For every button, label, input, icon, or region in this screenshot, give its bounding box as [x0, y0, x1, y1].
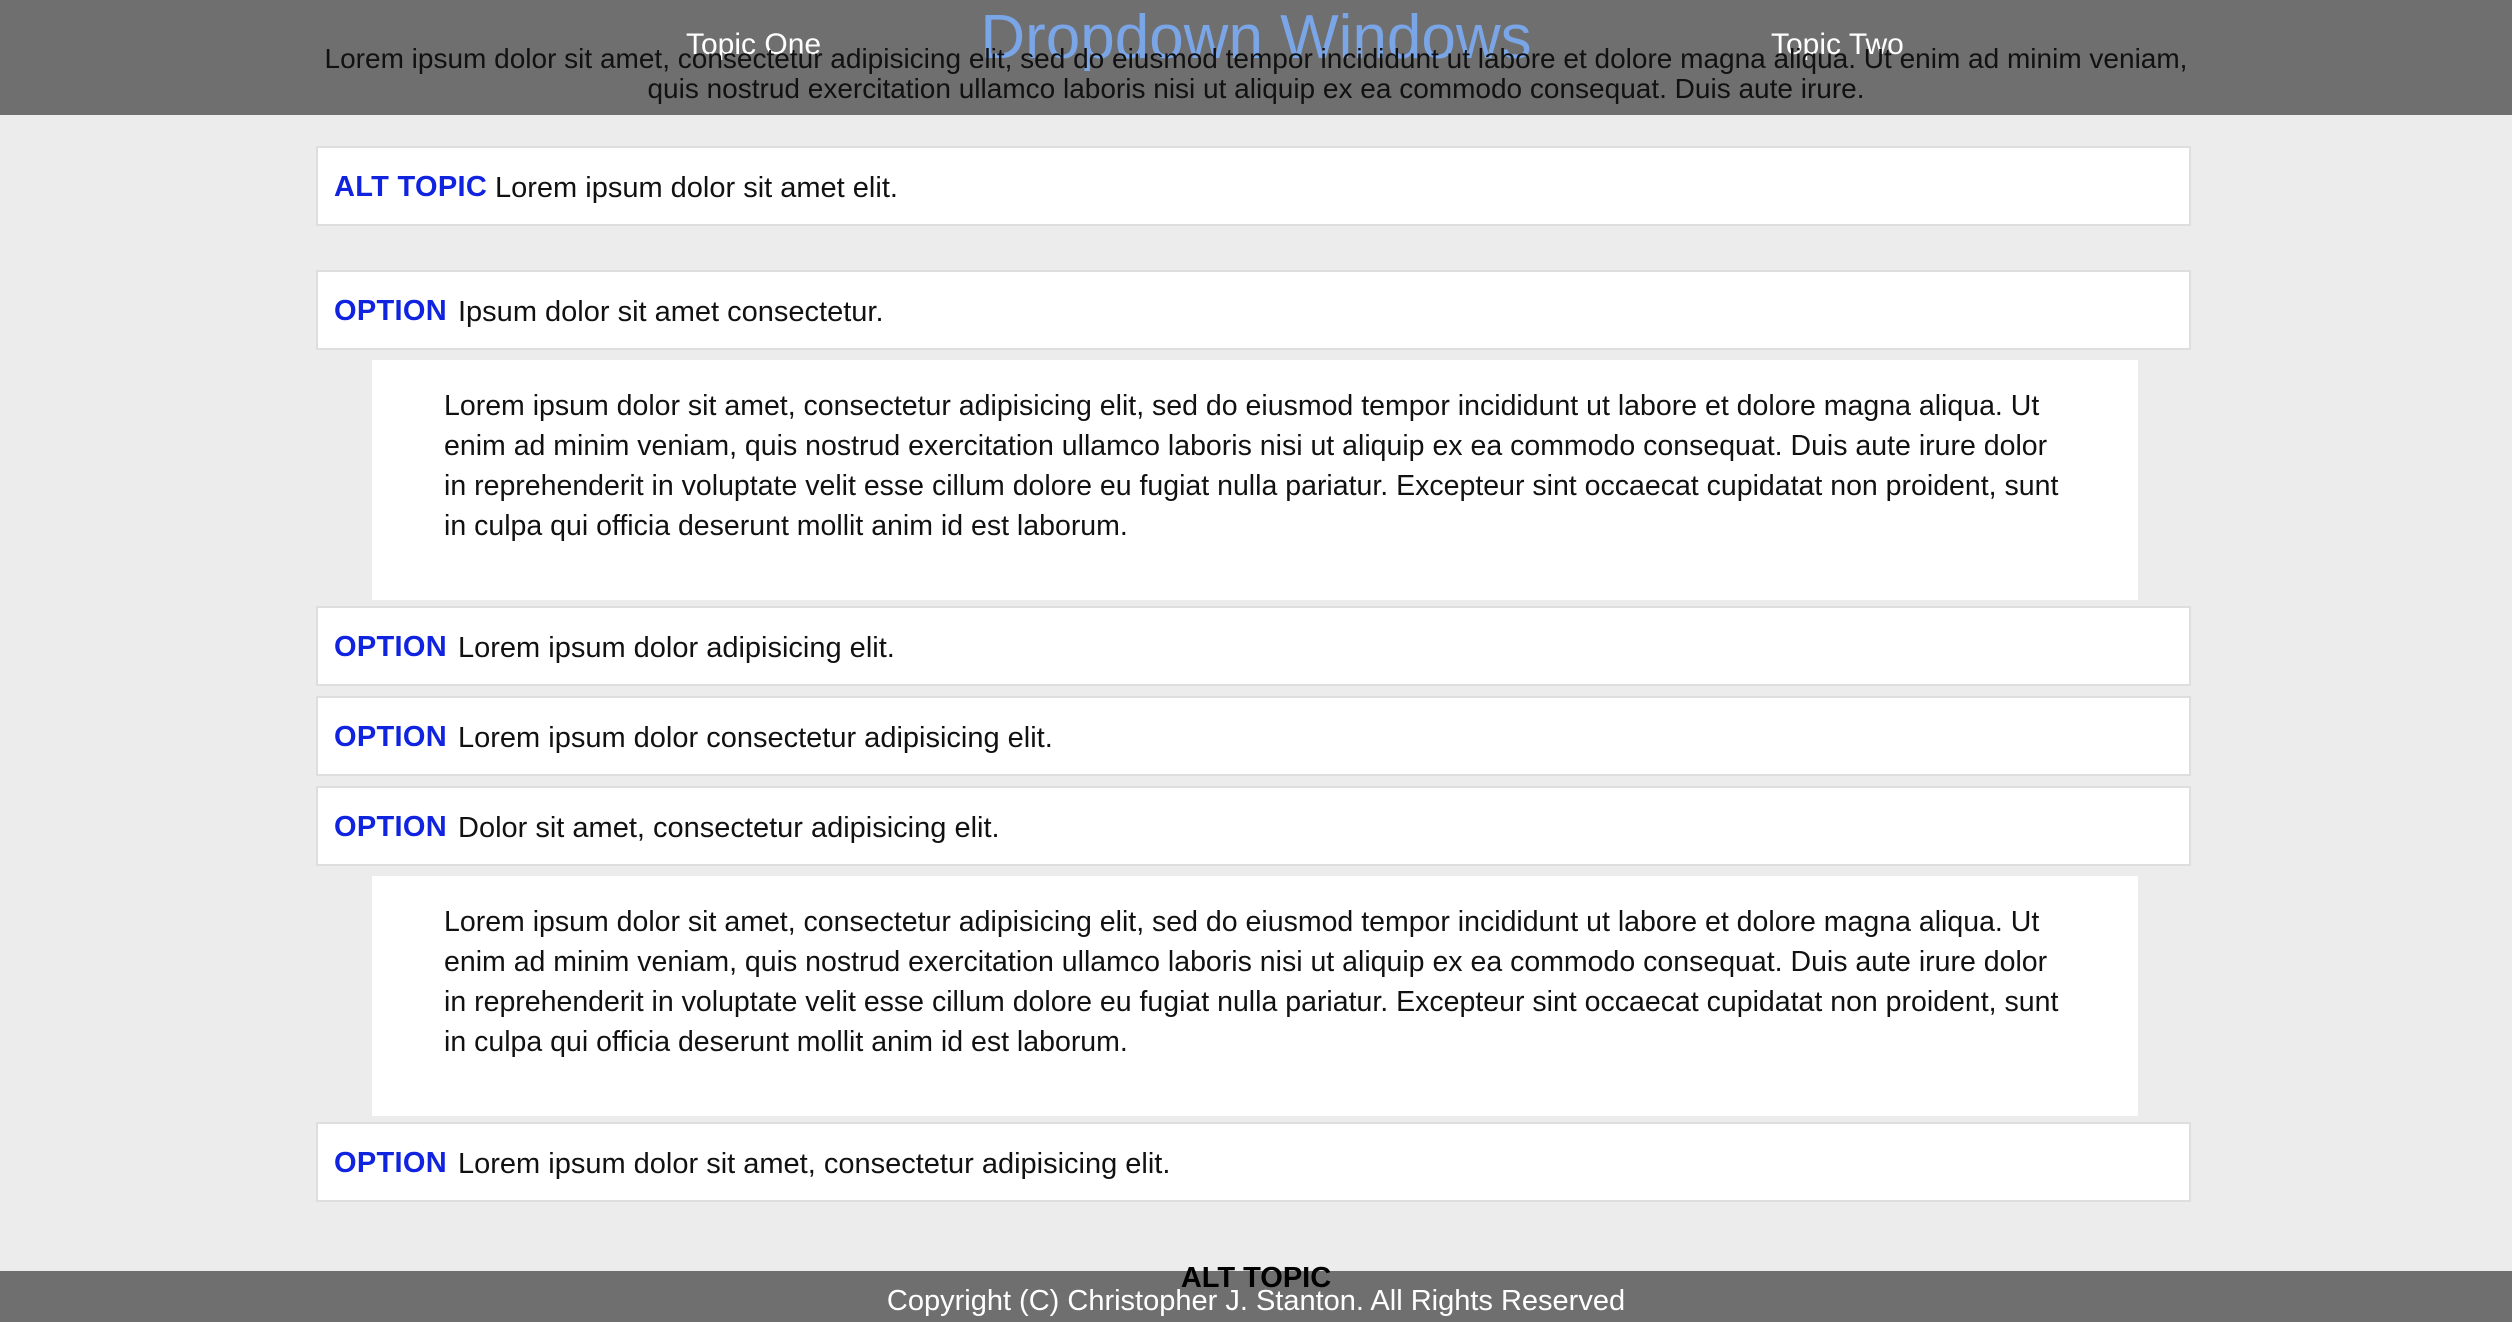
footer-copyright: Copyright (C) Christopher J. Stanton. Al… — [886, 1285, 1626, 1317]
accordion-label: Lorem ipsum dolor sit amet, consectetur … — [458, 1148, 1171, 1180]
accordion-item-option-5[interactable]: OPTION Lorem ipsum dolor sit amet, conse… — [316, 1122, 2191, 1202]
accordion-panel-option-4: Lorem ipsum dolor sit amet, consectetur … — [372, 876, 2138, 1116]
accordion-item-option-1[interactable]: OPTION Ipsum dolor sit amet consectetur. — [316, 270, 2191, 350]
accordion-item-option-3[interactable]: OPTION Lorem ipsum dolor consectetur adi… — [316, 696, 2191, 776]
accordion-item-option-2[interactable]: OPTION Lorem ipsum dolor adipisicing eli… — [316, 606, 2191, 686]
accordion-label: Ipsum dolor sit amet consectetur. — [458, 296, 884, 328]
accordion-tag: OPTION — [334, 721, 447, 753]
accordion-tag: OPTION — [334, 631, 447, 663]
accordion-label: Lorem ipsum dolor consectetur adipisicin… — [458, 722, 1053, 754]
accordion-item-alt-topic[interactable]: ALT TOPIC Lorem ipsum dolor sit amet eli… — [316, 146, 2191, 226]
accordion-label: Lorem ipsum dolor adipisicing elit. — [458, 632, 895, 664]
accordion-panel-text: Lorem ipsum dolor sit amet, consectetur … — [444, 390, 2059, 542]
accordion-label: Dolor sit amet, consectetur adipisicing … — [458, 812, 1000, 844]
accordion-tag: OPTION — [334, 811, 447, 843]
accordion-tag: ALT TOPIC — [334, 171, 488, 203]
accordion-tag: OPTION — [334, 295, 447, 327]
accordion-tag: OPTION — [334, 1147, 447, 1179]
accordion-panel-text: Lorem ipsum dolor sit amet, consectetur … — [444, 906, 2059, 1058]
accordion-item-option-4[interactable]: OPTION Dolor sit amet, consectetur adipi… — [316, 786, 2191, 866]
accordion-panel-option-1: Lorem ipsum dolor sit amet, consectetur … — [372, 360, 2138, 600]
accordion-label: Lorem ipsum dolor sit amet elit. — [495, 172, 898, 204]
header-intro-text: Lorem ipsum dolor sit amet, consectetur … — [324, 43, 2188, 104]
